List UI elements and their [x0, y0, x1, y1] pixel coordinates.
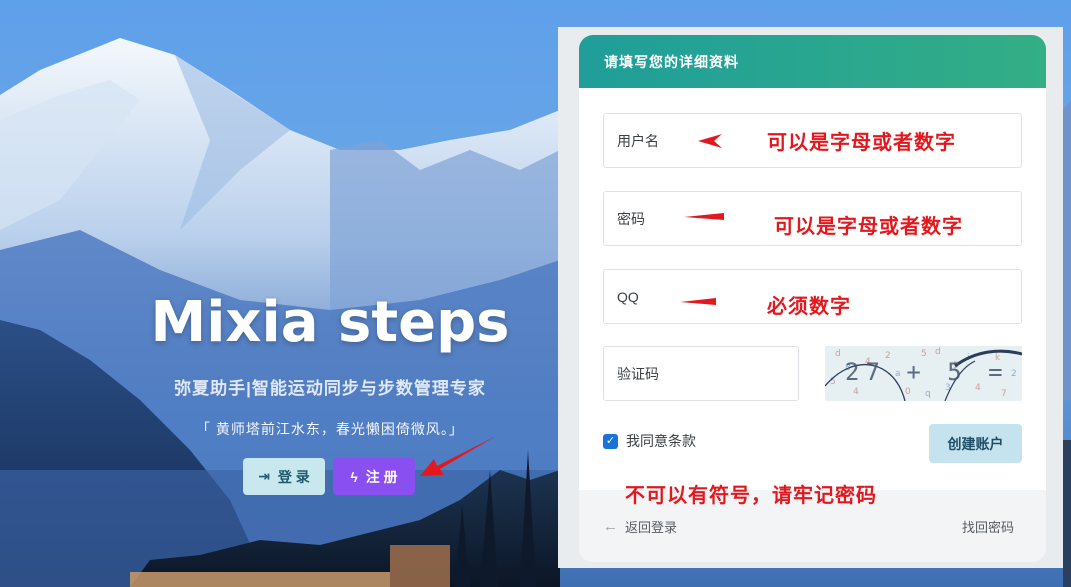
lightning-icon: ϟ	[350, 468, 358, 485]
agree-terms[interactable]: ✓ 我同意条款	[603, 431, 696, 451]
login-button[interactable]: ⇥ 登 录	[243, 458, 325, 495]
captcha-placeholder: 验证码	[617, 365, 659, 382]
captcha-input[interactable]: 验证码	[603, 346, 799, 401]
svg-text:q: q	[925, 389, 931, 399]
username-note: 可以是字母或者数字	[767, 132, 956, 154]
login-button-label: 登 录	[277, 468, 310, 485]
register-button[interactable]: ϟ 注 册	[333, 458, 415, 495]
forgot-password-link[interactable]: 找回密码	[962, 517, 1014, 536]
create-account-label: 创建账户	[947, 435, 1004, 452]
back-to-login-link[interactable]: ← 返回登录	[603, 517, 677, 536]
captcha-text: 27 + 5 =	[845, 358, 1009, 386]
back-to-login-label: 返回登录	[625, 520, 678, 535]
general-note: 不可以有符号，请牢记密码	[625, 485, 877, 507]
register-button-label: 注 册	[365, 468, 398, 485]
svg-text:d: d	[935, 347, 941, 357]
svg-text:d: d	[835, 349, 841, 359]
login-icon: ⇥	[258, 468, 270, 484]
arrow-left-icon: ←	[603, 518, 618, 535]
svg-text:7: 7	[1001, 389, 1007, 399]
card-header: 请填写您的详细资料	[579, 35, 1046, 88]
captcha-image[interactable]: d42 5d5 47k 405 8a3 i2q 27 + 5 =	[825, 346, 1022, 401]
password-note: 可以是字母或者数字	[774, 216, 963, 238]
qq-note: 必须数字	[767, 296, 851, 318]
agree-label: 我同意条款	[626, 433, 696, 449]
card-header-title: 请填写您的详细资料	[604, 53, 739, 70]
username-placeholder: 用户名	[617, 132, 659, 149]
qq-placeholder: QQ	[617, 288, 639, 305]
svg-text:0: 0	[905, 387, 911, 397]
svg-text:2: 2	[1011, 369, 1017, 379]
password-placeholder: 密码	[617, 210, 645, 227]
svg-text:4: 4	[853, 387, 859, 397]
create-account-button[interactable]: 创建账户	[929, 424, 1022, 463]
checkbox-checked-icon[interactable]: ✓	[603, 433, 618, 449]
